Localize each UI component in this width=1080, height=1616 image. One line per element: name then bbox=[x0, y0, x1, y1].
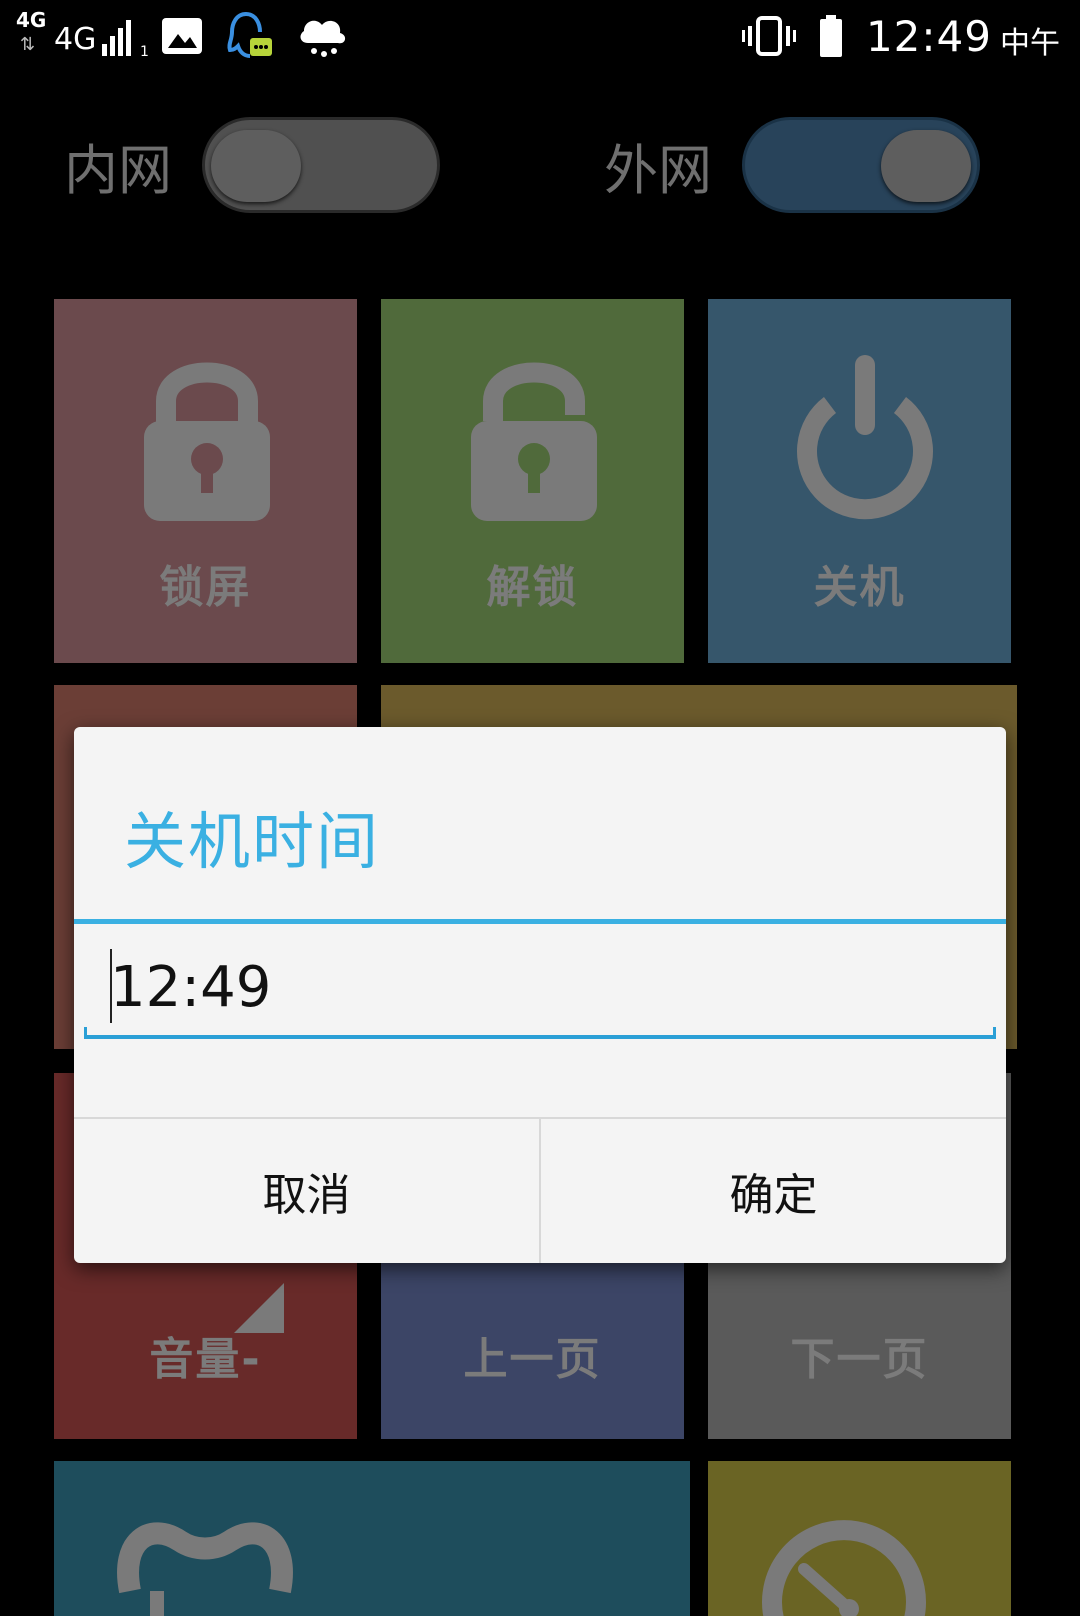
intranet-toggle-row: 内网 bbox=[64, 115, 440, 215]
dialog-buttons: 取消 确定 bbox=[74, 1117, 1006, 1263]
extranet-label: 外网 bbox=[604, 138, 712, 202]
data-arrows-icon: ⇅ bbox=[20, 34, 36, 55]
lock-screen-label: 锁屏 bbox=[159, 562, 252, 613]
status-bar: 4G ⇅ 4G 1 12:49 中午 bbox=[0, 0, 1080, 78]
gauge-icon bbox=[762, 1520, 926, 1616]
network-type-small: 4G bbox=[16, 8, 47, 32]
gamepad-icon bbox=[117, 1522, 293, 1616]
timer-tile[interactable] bbox=[708, 1461, 1011, 1616]
mouse-tile[interactable] bbox=[54, 1461, 690, 1616]
intranet-switch-knob bbox=[211, 130, 301, 202]
lock-screen-tile[interactable]: 锁屏 bbox=[54, 299, 357, 663]
status-bar-right: 12:49 中午 bbox=[741, 10, 1060, 62]
sim-slot: 1 bbox=[140, 44, 149, 60]
shutdown-time-input[interactable] bbox=[84, 939, 996, 1035]
weather-icon bbox=[300, 20, 346, 57]
shutdown-label: 关机 bbox=[813, 562, 906, 613]
lock-icon bbox=[144, 362, 270, 521]
prev-page-label: 上一页 bbox=[463, 1334, 602, 1385]
vibrate-icon bbox=[741, 16, 796, 56]
clock-period: 中午 bbox=[1000, 26, 1060, 61]
cancel-button[interactable]: 取消 bbox=[74, 1119, 539, 1263]
network-type: 4G bbox=[54, 22, 97, 57]
next-page-label: 下一页 bbox=[790, 1334, 929, 1385]
intranet-label: 内网 bbox=[64, 138, 172, 202]
extranet-switch[interactable] bbox=[742, 117, 980, 213]
extranet-toggle-row: 外网 bbox=[604, 115, 980, 215]
input-underline bbox=[84, 1027, 996, 1039]
unlock-label: 解锁 bbox=[486, 562, 579, 613]
shutdown-tile[interactable]: 关机 bbox=[708, 299, 1011, 663]
signal-indicator: 4G ⇅ 4G 1 bbox=[16, 8, 149, 64]
volume-down-label: 音量- bbox=[149, 1334, 262, 1385]
intranet-switch[interactable] bbox=[202, 117, 440, 213]
dialog-title-divider bbox=[74, 919, 1006, 924]
clock: 12:49 bbox=[865, 11, 992, 61]
text-cursor bbox=[110, 949, 112, 1023]
power-icon bbox=[797, 355, 933, 520]
unlock-tile[interactable]: 解锁 bbox=[381, 299, 684, 663]
qq-icon bbox=[227, 12, 272, 58]
confirm-button[interactable]: 确定 bbox=[539, 1119, 1006, 1263]
shutdown-time-dialog: 关机时间 取消 确定 bbox=[74, 727, 1006, 1263]
status-bar-left: 4G ⇅ 4G 1 bbox=[16, 8, 350, 64]
image-icon bbox=[162, 18, 202, 54]
signal-bars-icon bbox=[102, 20, 131, 56]
unlock-icon bbox=[471, 362, 597, 521]
battery-icon bbox=[819, 15, 842, 57]
dialog-title: 关机时间 bbox=[124, 805, 381, 878]
extranet-switch-knob bbox=[881, 130, 971, 202]
